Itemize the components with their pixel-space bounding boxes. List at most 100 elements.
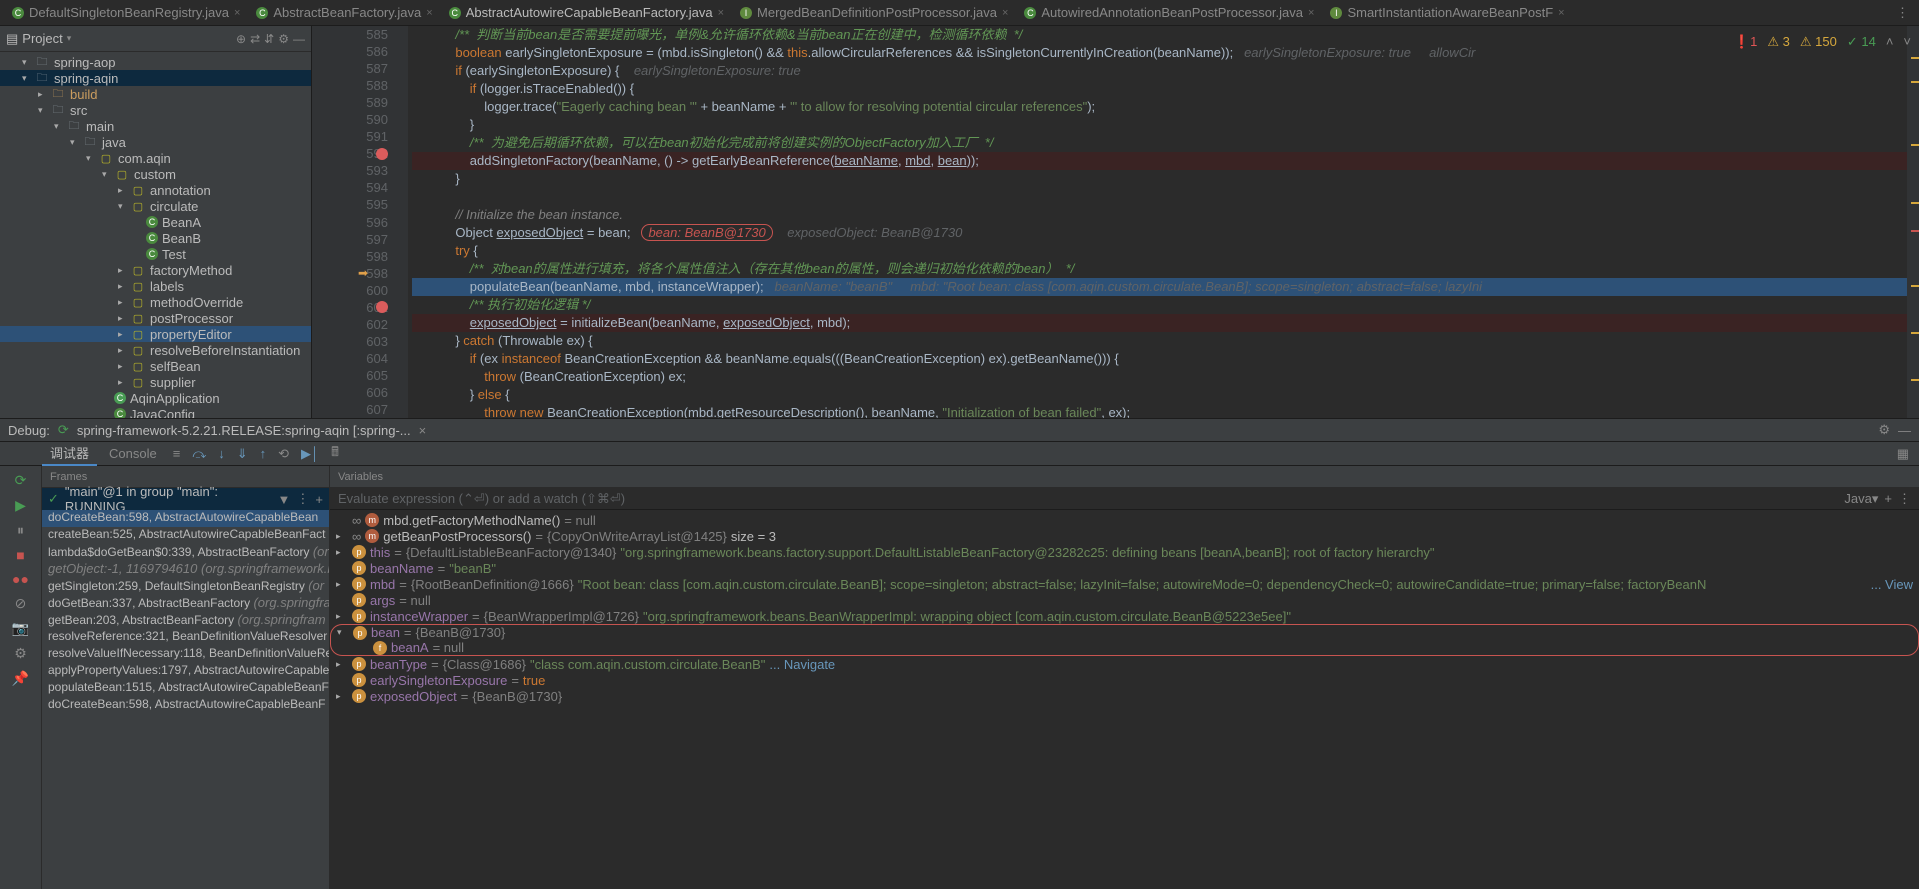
expand-icon[interactable]: ⇄: [250, 32, 260, 46]
variable-row[interactable]: ▾pbean = {BeanB@1730}: [330, 624, 1919, 640]
code-line[interactable]: /** 判断当前bean是否需要提前曝光，单例&允许循环依赖&当前bean正在创…: [412, 26, 1907, 44]
code-line[interactable]: }: [412, 170, 1907, 188]
step-into-icon[interactable]: ↓: [214, 446, 229, 461]
expand-arrow[interactable]: ▸: [118, 377, 130, 388]
expand-arrow[interactable]: ▸: [336, 691, 348, 702]
editor-tab[interactable]: CAbstractBeanFactory.java×: [248, 3, 440, 22]
frame-row[interactable]: doCreateBean:598, AbstractAutowireCapabl…: [42, 697, 329, 714]
close-icon[interactable]: ×: [234, 7, 240, 19]
code-line[interactable]: addSingletonFactory(beanName, () -> getE…: [412, 152, 1907, 170]
debugger-tab[interactable]: 调试器: [42, 441, 97, 466]
code-line[interactable]: if (earlySingletonExposure) { earlySingl…: [412, 62, 1907, 80]
variable-row[interactable]: ▸∞mgetBeanPostProcessors() = {CopyOnWrit…: [330, 528, 1919, 544]
editor-tab[interactable]: CAbstractAutowireCapableBeanFactory.java…: [441, 3, 732, 22]
tree-item[interactable]: ▸▢factoryMethod: [0, 262, 311, 278]
close-icon[interactable]: ×: [426, 7, 432, 19]
frame-row[interactable]: populateBean:1515, AbstractAutowireCapab…: [42, 680, 329, 697]
variable-row[interactable]: ▸pexposedObject = {BeanB@1730}: [330, 688, 1919, 704]
evaluate-icon[interactable]: 🖩: [327, 443, 343, 465]
expand-arrow[interactable]: ▸: [118, 297, 130, 308]
frame-row[interactable]: resolveReference:321, BeanDefinitionValu…: [42, 629, 329, 646]
step-out-icon[interactable]: ↑: [256, 446, 271, 461]
variables-list[interactable]: ∞mmbd.getFactoryMethodName() = null▸∞mge…: [330, 510, 1919, 889]
close-icon[interactable]: ×: [718, 7, 724, 19]
tree-item[interactable]: ▾🗀spring-aqin: [0, 70, 311, 86]
rerun-icon[interactable]: ⟳: [15, 472, 27, 489]
code-editor[interactable]: ❗1 ⚠ 3 ⚠ 150 ✓ 14 ˄ ˅ 585586587588589590…: [312, 26, 1919, 418]
frame-row[interactable]: doGetBean:337, AbstractBeanFactory (org.…: [42, 595, 329, 612]
thread-selector[interactable]: ✓ "main"@1 in group "main": RUNNING ▼ ⋮ …: [42, 488, 329, 510]
frame-row[interactable]: applyPropertyValues:1797, AbstractAutowi…: [42, 663, 329, 680]
code-line[interactable]: if (ex instanceof BeanCreationException …: [412, 350, 1907, 368]
expand-arrow[interactable]: ▸: [336, 659, 348, 670]
tree-item[interactable]: ▸▢annotation: [0, 182, 311, 198]
code-line[interactable]: } else {: [412, 386, 1907, 404]
expand-arrow[interactable]: ▸: [118, 345, 130, 356]
code-line[interactable]: [412, 188, 1907, 206]
pin-icon[interactable]: 📌: [12, 670, 29, 687]
editor-gutter[interactable]: 5855865875885895905915925935945955965975…: [312, 26, 408, 418]
code-line[interactable]: exposedObject = initializeBean(beanName,…: [412, 314, 1907, 332]
tree-item[interactable]: ▸▢selfBean: [0, 358, 311, 374]
drop-frame-icon[interactable]: ⟲: [274, 446, 293, 462]
expand-arrow[interactable]: ▾: [118, 201, 130, 212]
code-line[interactable]: /** 为避免后期循环依赖，可以在bean初始化完成前将创建实例的ObjectF…: [412, 134, 1907, 152]
dropdown-icon[interactable]: ⋮: [296, 491, 309, 507]
close-icon[interactable]: ×: [1558, 7, 1564, 19]
variable-row[interactable]: pbeanName = "beanB": [330, 560, 1919, 576]
add-watch-icon[interactable]: +: [1884, 491, 1892, 506]
chevron-down-icon[interactable]: ▾: [67, 33, 72, 44]
expand-arrow[interactable]: ▸: [336, 611, 348, 622]
expand-arrow[interactable]: ▾: [337, 627, 349, 638]
editor-tab[interactable]: ISmartInstantiationAwareBeanPostF×: [1322, 3, 1572, 22]
tree-item[interactable]: ▾🗀main: [0, 118, 311, 134]
tree-item[interactable]: CBeanB: [0, 230, 311, 246]
close-icon[interactable]: ×: [1308, 7, 1314, 19]
frames-list[interactable]: doCreateBean:598, AbstractAutowireCapabl…: [42, 510, 329, 889]
close-tab-icon[interactable]: ×: [419, 423, 427, 438]
tree-item[interactable]: ▸▢labels: [0, 278, 311, 294]
code-line[interactable]: /** 执行初始化逻辑 */: [412, 296, 1907, 314]
gear-icon[interactable]: ⚙: [278, 32, 289, 46]
debug-config-icon[interactable]: ⟳: [58, 422, 69, 438]
variable-row[interactable]: fbeanA = null: [330, 640, 1919, 656]
code-line[interactable]: // Initialize the bean instance.: [412, 206, 1907, 224]
expand-arrow[interactable]: ▾: [38, 105, 50, 116]
frame-row[interactable]: getSingleton:259, DefaultSingletonBeanRe…: [42, 578, 329, 595]
tree-item[interactable]: ▸▢methodOverride: [0, 294, 311, 310]
mute-breakpoints-icon[interactable]: ⊘: [15, 595, 27, 612]
marks-bar[interactable]: [1907, 26, 1919, 418]
run-to-cursor-icon[interactable]: ▶│: [297, 446, 323, 462]
code-line[interactable]: throw new BeanCreationException(mbd.getR…: [412, 404, 1907, 418]
code-line[interactable]: } catch (Throwable ex) {: [412, 332, 1907, 350]
filter-icon[interactable]: ▼: [278, 492, 291, 507]
code-line[interactable]: try {: [412, 242, 1907, 260]
get-thread-dump-icon[interactable]: 📷: [12, 620, 29, 637]
tree-item[interactable]: CBeanA: [0, 214, 311, 230]
code-line[interactable]: boolean earlySingletonExposure = (mbd.is…: [412, 44, 1907, 62]
breakpoint-icon[interactable]: [376, 301, 388, 313]
variable-row[interactable]: ▸pmbd = {RootBeanDefinition@1666} "Root …: [330, 576, 1919, 592]
expand-arrow[interactable]: ▸: [336, 547, 348, 558]
code-line[interactable]: if (logger.isTraceEnabled()) {: [412, 80, 1907, 98]
tree-item[interactable]: ▸▢postProcessor: [0, 310, 311, 326]
editor-tab[interactable]: CDefaultSingletonBeanRegistry.java×: [4, 3, 248, 22]
expand-arrow[interactable]: ▸: [38, 89, 50, 100]
tree-item[interactable]: CTest: [0, 246, 311, 262]
expand-arrow[interactable]: ▸: [336, 531, 348, 542]
expand-arrow[interactable]: ▸: [118, 329, 130, 340]
expand-arrow[interactable]: ▸: [118, 265, 130, 276]
tree-item[interactable]: ▸▢supplier: [0, 374, 311, 390]
tree-item[interactable]: CJavaConfig: [0, 406, 311, 418]
variable-row[interactable]: ▸pthis = {DefaultListableBeanFactory@134…: [330, 544, 1919, 560]
stop-icon[interactable]: ■: [16, 547, 24, 563]
hide-icon[interactable]: —: [293, 32, 305, 46]
frame-row[interactable]: getObject:-1, 1169794610 (org.springfram…: [42, 561, 329, 578]
frame-row[interactable]: getBean:203, AbstractBeanFactory (org.sp…: [42, 612, 329, 629]
force-step-into-icon[interactable]: ⇓: [233, 446, 252, 462]
code-line[interactable]: logger.trace("Eagerly caching bean '" + …: [412, 98, 1907, 116]
breakpoint-icon[interactable]: [376, 148, 388, 160]
minimize-icon[interactable]: —: [1898, 423, 1911, 438]
tree-item[interactable]: ▾▢circulate: [0, 198, 311, 214]
view-breakpoints-icon[interactable]: ●●: [12, 571, 29, 587]
